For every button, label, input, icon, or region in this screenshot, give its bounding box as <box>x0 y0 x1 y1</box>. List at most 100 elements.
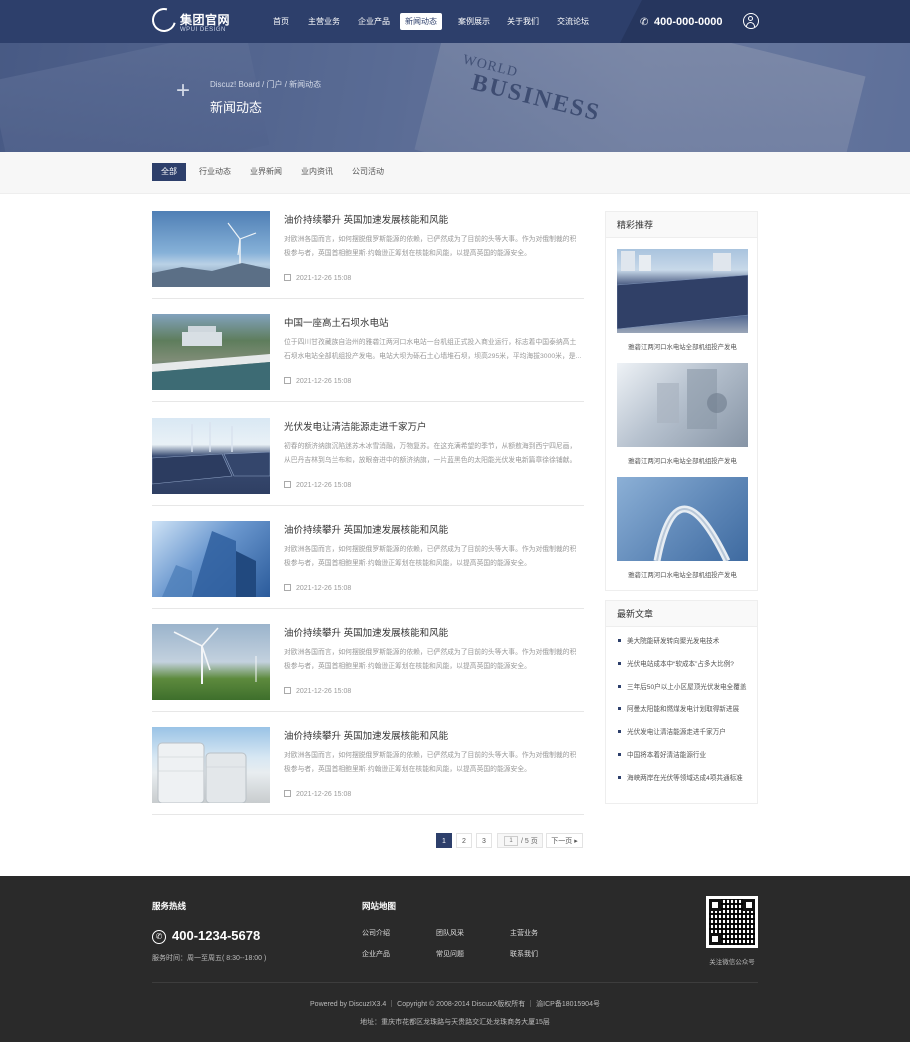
article-summary: 对欧洲各国而言，如何摆脱俄罗斯能源的依赖，已俨然成为了目前的头等大事。作为对俄制… <box>284 546 577 567</box>
nav-item-products[interactable]: 企业产品 <box>353 13 395 30</box>
article-thumbnail[interactable] <box>152 314 270 390</box>
calendar-icon <box>284 584 291 591</box>
tab-company-events[interactable]: 公司活动 <box>343 163 393 181</box>
featured-caption[interactable]: 雅砻江两河口水电站全部机组投产发电 <box>617 456 748 465</box>
tab-sector-news[interactable]: 业界新闻 <box>241 163 291 181</box>
featured-item[interactable]: 雅砻江两河口水电站全部机组投产发电 <box>617 363 748 465</box>
logo-mark-icon <box>147 3 181 37</box>
article-summary: 位于四川甘孜藏族自治州的雅砻江两河口水电站一台机组正式投入商业运行，标志着中国泰… <box>284 339 582 360</box>
tab-industry-news[interactable]: 行业动态 <box>190 163 240 181</box>
article-summary: 初春的额济纳旗沉陷迷苏木冰雪消融，万物复苏。在这充满希望的季节，从额敖海到西宁四… <box>284 443 577 464</box>
latest-article-link[interactable]: 三年后50户以上小区屋顶光伏发电全覆盖 <box>618 681 753 704</box>
dam-image <box>152 326 270 390</box>
footer-link[interactable]: 企业产品 <box>362 949 390 959</box>
page-button-3[interactable]: 3 <box>476 833 492 848</box>
latest-article-link[interactable]: 光伏电站成本中“软成本”占多大比例? <box>618 658 753 681</box>
article-date: 2021-12-26 15:08 <box>284 790 351 798</box>
article-thumbnail[interactable] <box>152 418 270 494</box>
footer-link[interactable]: 主营业务 <box>510 928 538 938</box>
article-date: 2021-12-26 15:08 <box>284 481 351 489</box>
article-item[interactable]: 油价持续攀升 英国加速发展核能和风能 对欧洲各国而言，如何摆脱俄罗斯能源的依赖，… <box>152 727 584 815</box>
calendar-icon <box>284 481 291 488</box>
article-item[interactable]: 油价持续攀升 英国加速发展核能和风能 对欧洲各国而言，如何摆脱俄罗斯能源的依赖，… <box>152 211 584 299</box>
featured-caption[interactable]: 雅砻江两河口水电站全部机组投产发电 <box>617 342 748 351</box>
featured-caption[interactable]: 雅砻江两河口水电站全部机组投产发电 <box>617 570 748 579</box>
article-summary: 对欧洲各国而言，如何摆脱俄罗斯能源的依赖，已俨然成为了目前的头等大事。作为对俄制… <box>284 752 577 773</box>
article-summary: 对欧洲各国而言，如何摆脱俄罗斯能源的依赖，已俨然成为了目前的头等大事。作为对俄制… <box>284 649 577 670</box>
article-thumbnail[interactable] <box>152 521 270 597</box>
breadcrumb: Discuz! Board / 门户 / 新闻动态 <box>210 79 321 90</box>
featured-item[interactable]: 雅砻江两河口水电站全部机组投产发电 <box>617 477 748 579</box>
wind-farm-image <box>173 627 257 684</box>
service-hours: 服务时间：周一至周五( 8:30--18:00 ) <box>152 955 267 962</box>
article-thumbnail[interactable] <box>152 624 270 700</box>
page-button-2[interactable]: 2 <box>456 833 472 848</box>
article-title[interactable]: 油价持续攀升 英国加速发展核能和风能 <box>284 625 448 639</box>
featured-image[interactable] <box>617 477 748 561</box>
buildings-image <box>162 531 256 597</box>
article-item[interactable]: 油价持续攀升 英国加速发展核能和风能 对欧洲各国而言，如何摆脱俄罗斯能源的依赖，… <box>152 521 584 609</box>
breadcrumb-item[interactable]: Discuz! Board <box>210 80 260 89</box>
hotline-number-text: 400-1234-5678 <box>172 928 261 943</box>
tab-industry-info[interactable]: 业内资讯 <box>292 163 342 181</box>
latest-article-link[interactable]: 阿曼太阳能和燃煤发电计划取得新进展 <box>618 703 753 726</box>
next-page-button[interactable]: 下一页 ▸ <box>546 833 583 848</box>
article-title[interactable]: 油价持续攀升 英国加速发展核能和风能 <box>284 728 448 742</box>
latest-article-link[interactable]: 美大院能研发转向聚光发电技术 <box>618 635 753 658</box>
article-item[interactable]: 油价持续攀升 英国加速发展核能和风能 对欧洲各国而言，如何摆脱俄罗斯能源的依赖，… <box>152 624 584 712</box>
article-title[interactable]: 中国一座高土石坝水电站 <box>284 315 389 329</box>
category-tabs: 全部 行业动态 业界新闻 业内资讯 公司活动 <box>0 152 910 194</box>
logo-subtitle: WPUI DESIGN <box>180 27 226 33</box>
article-date-text: 2021-12-26 15:08 <box>296 791 352 798</box>
footer-link[interactable]: 常见问题 <box>436 949 464 959</box>
nav-item-news[interactable]: 新闻动态 <box>400 13 442 30</box>
nav-item-business[interactable]: 主营业务 <box>303 13 345 30</box>
latest-article-link[interactable]: 海峡两岸在光伏等领域达成4项共通标准 <box>618 772 753 795</box>
wechat-qr-code <box>706 896 758 948</box>
featured-item[interactable]: 雅砻江两河口水电站全部机组投产发电 <box>617 249 748 351</box>
tab-all[interactable]: 全部 <box>152 163 186 181</box>
article-title[interactable]: 光伏发电让清洁能源走进千家万户 <box>284 419 427 433</box>
machine-image <box>657 369 727 429</box>
featured-image[interactable] <box>617 363 748 447</box>
article-date-text: 2021-12-26 15:08 <box>296 688 352 695</box>
article-item[interactable]: 光伏发电让清洁能源走进千家万户 初春的额济纳旗沉陷迷苏木冰雪消融，万物复苏。在这… <box>152 418 584 506</box>
sitemap-heading: 网站地图 <box>362 901 397 911</box>
article-item[interactable]: 中国一座高土石坝水电站 位于四川甘孜藏族自治州的雅砻江两河口水电站一台机组正式投… <box>152 314 584 402</box>
header-phone-number: 400-000-0000 <box>654 16 723 28</box>
breadcrumb-item[interactable]: 新闻动态 <box>289 80 321 89</box>
nav-item-cases[interactable]: 案例展示 <box>453 13 495 30</box>
user-icon[interactable] <box>743 13 759 29</box>
breadcrumb-item[interactable]: 门户 <box>266 80 282 89</box>
calendar-icon <box>284 377 291 384</box>
phone-icon: ✆ <box>152 930 166 944</box>
article-title[interactable]: 油价持续攀升 英国加速发展核能和风能 <box>284 212 448 226</box>
article-date: 2021-12-26 15:08 <box>284 584 351 592</box>
nav-item-home[interactable]: 首页 <box>268 13 294 30</box>
article-thumbnail[interactable] <box>152 211 270 287</box>
nav-item-forum[interactable]: 交流论坛 <box>552 13 594 30</box>
next-page-label: 下一页 <box>551 838 573 845</box>
page-total: / 5 页 <box>521 838 538 845</box>
page-button-1[interactable]: 1 <box>436 833 452 848</box>
footer-link[interactable]: 联系我们 <box>510 949 538 959</box>
featured-image[interactable] <box>617 249 748 333</box>
latest-article-link[interactable]: 中国将本着好清洁能源行业 <box>618 749 753 772</box>
article-title[interactable]: 油价持续攀升 英国加速发展核能和风能 <box>284 522 448 536</box>
address-text: 地址：重庆市花都区龙珠路与天贵路交汇处龙珠商务大厦15层 <box>360 1019 550 1026</box>
solar-roof-image <box>617 251 748 330</box>
site-logo[interactable]: 集团官网 WPUI DESIGN <box>147 3 242 37</box>
article-date-text: 2021-12-26 15:08 <box>296 378 352 385</box>
phone-icon: ✆ <box>640 17 649 28</box>
page-jump-input[interactable]: 1 <box>504 836 518 846</box>
nav-item-about[interactable]: 关于我们 <box>502 13 544 30</box>
article-summary: 对欧洲各国而言，如何摆脱俄罗斯能源的依赖，已俨然成为了目前的头等大事。作为对俄制… <box>284 236 577 257</box>
calendar-icon <box>284 790 291 797</box>
article-date: 2021-12-26 15:08 <box>284 687 351 695</box>
latest-article-link[interactable]: 光伏发电让清洁能源走进千家万户 <box>618 726 753 749</box>
footer-divider <box>152 982 758 983</box>
footer-link[interactable]: 团队风采 <box>436 928 464 938</box>
footer-link[interactable]: 公司介绍 <box>362 928 390 938</box>
article-thumbnail[interactable] <box>152 727 270 803</box>
copyright-text: Powered by DiscuzIX3.4 ｜ Copyright © 200… <box>310 1001 600 1008</box>
